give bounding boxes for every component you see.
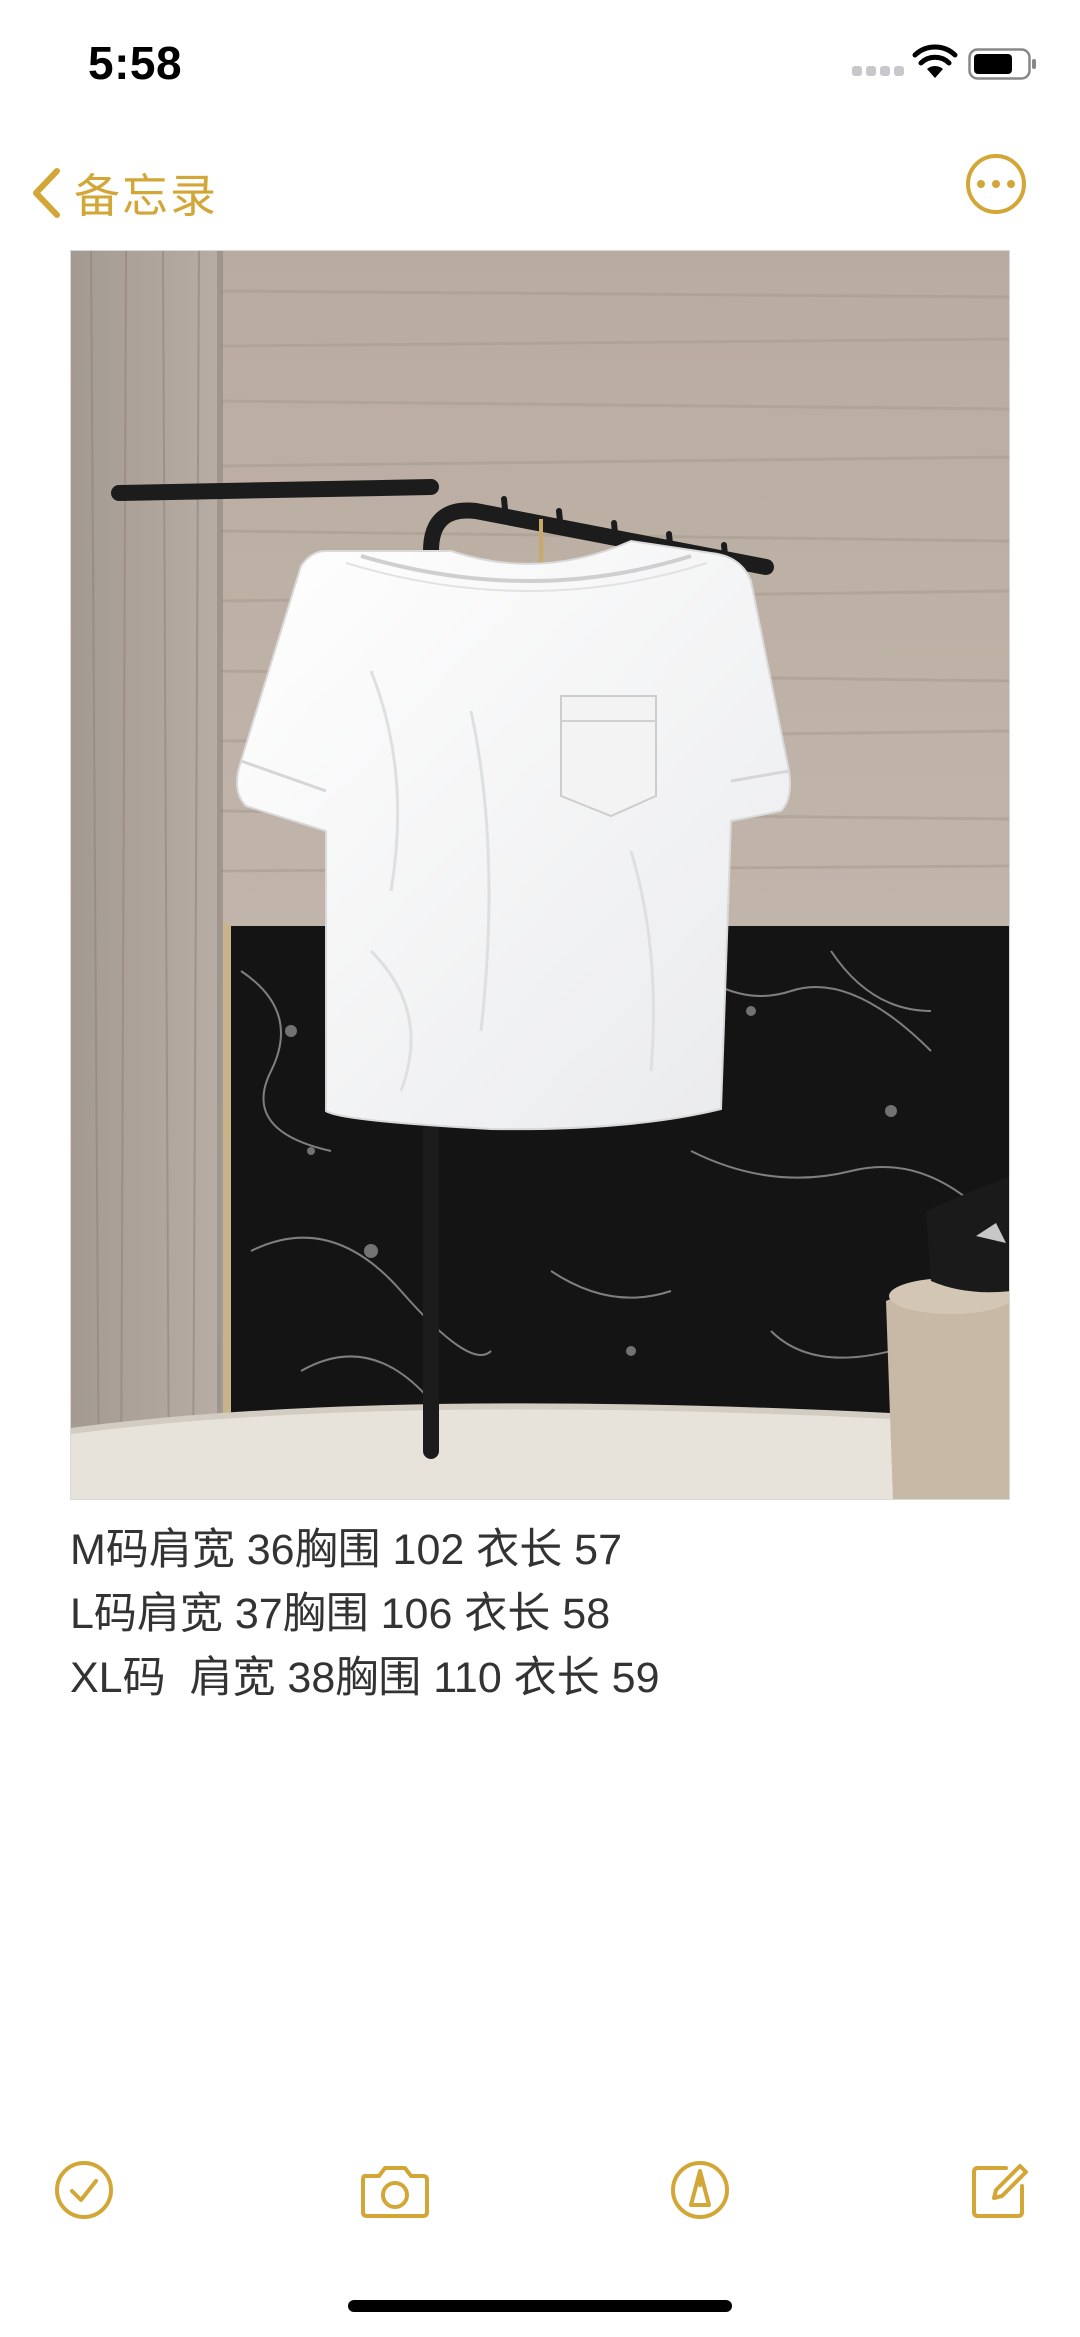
home-indicator[interactable] <box>348 2300 732 2312</box>
product-photo <box>71 251 1009 1499</box>
battery-icon <box>968 48 1036 80</box>
size-line-xl: XL码 肩宽 38胸围 110 衣长 59 <box>70 1654 660 1702</box>
cellular-signal-icon <box>852 64 908 78</box>
chevron-left-icon <box>33 168 60 218</box>
bottom-toolbar <box>0 2150 1080 2240</box>
wifi-icon <box>912 44 958 78</box>
back-button[interactable]: 备忘录 <box>30 158 218 228</box>
camera-button[interactable] <box>352 2150 438 2230</box>
markup-button[interactable] <box>660 2150 740 2230</box>
size-line-m: M码肩宽 36胸围 102 衣长 57 <box>70 1526 623 1574</box>
nav-bar: 备忘录 <box>0 140 1080 250</box>
size-line-l: L码肩宽 37胸围 106 衣长 58 <box>70 1590 611 1638</box>
ellipsis-circle-icon[interactable] <box>966 154 1026 214</box>
note-body[interactable]: M码肩宽 36胸围 102 衣长 57 L码肩宽 37胸围 106 衣长 58 … <box>70 1518 1010 1710</box>
markup-pen-icon <box>671 2161 729 2219</box>
note-image[interactable] <box>70 250 1010 1500</box>
back-label: 备忘录 <box>74 170 218 222</box>
notes-screen: 5:58 备忘录 M码肩宽 36胸围 102 衣长 57 L码肩宽 37胸围 1… <box>0 0 1080 2337</box>
checklist-button[interactable] <box>44 2150 124 2230</box>
camera-icon <box>361 2166 429 2218</box>
status-time: 5:58 <box>88 37 183 89</box>
checklist-icon <box>55 2161 113 2219</box>
status-bar: 5:58 <box>0 0 1080 130</box>
compose-button[interactable] <box>960 2150 1040 2230</box>
compose-icon <box>972 2164 1028 2218</box>
